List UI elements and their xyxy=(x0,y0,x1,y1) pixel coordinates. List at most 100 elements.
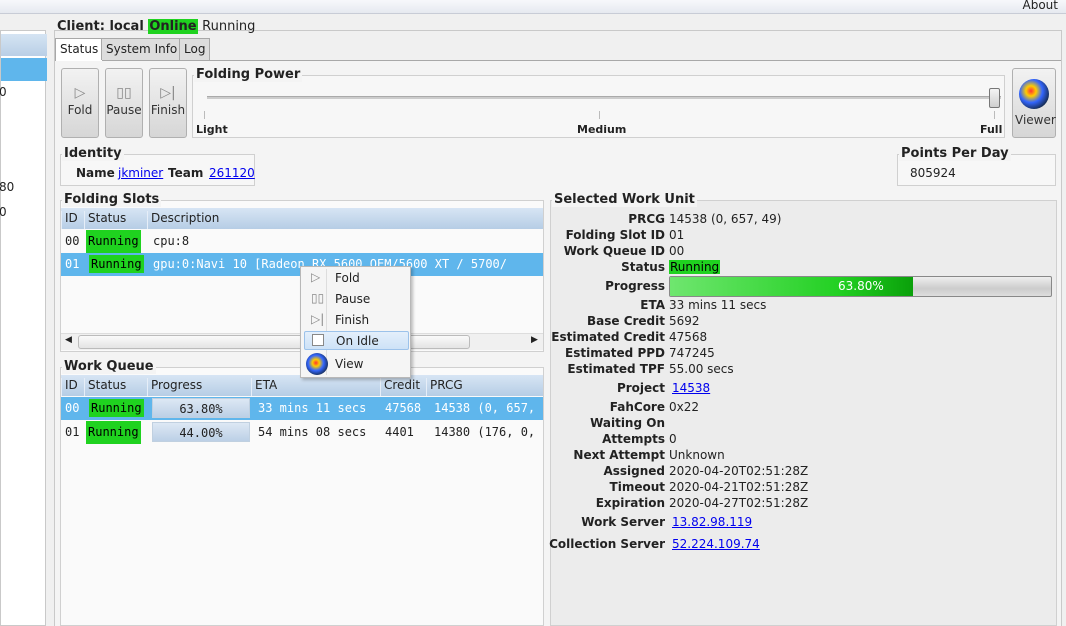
table-row[interactable]: 00 Running cpu:8 xyxy=(61,230,543,253)
menu-item-pause[interactable]: ▯▯ Pause xyxy=(304,290,409,309)
table-row[interactable]: 01 Running 44.00% 54 mins 08 secs 4401 1… xyxy=(61,421,543,444)
wu-eta-label: ETA xyxy=(640,298,665,312)
col-credit[interactable]: Credit xyxy=(380,378,420,396)
wu-progress-bar: 63.80% xyxy=(669,276,1052,297)
wu-project-link[interactable]: 14538 xyxy=(672,381,710,395)
pause-button[interactable]: ▯▯ Pause xyxy=(105,68,143,138)
selected-wu-title: Selected Work Unit xyxy=(552,192,697,207)
wu-progress-label: Progress xyxy=(605,279,665,293)
wu-next-value: Unknown xyxy=(669,448,725,462)
client-sidebar: 0 80 0 xyxy=(0,30,47,626)
about-menu[interactable]: About xyxy=(1023,0,1058,12)
scroll-left-icon[interactable]: ◀ xyxy=(65,335,72,345)
menu-item-view[interactable]: View xyxy=(304,353,409,375)
tick xyxy=(994,111,995,119)
wu-eta-value: 33 mins 11 secs xyxy=(669,298,767,312)
wu-ws-label: Work Server xyxy=(581,515,665,529)
wu-est_ppd-label: Estimated PPD xyxy=(565,346,665,360)
scroll-right-icon[interactable]: ▶ xyxy=(531,335,538,345)
identity-title: Identity xyxy=(62,146,124,161)
folding-slots-title: Folding Slots xyxy=(62,192,162,207)
tick xyxy=(599,111,600,119)
fold-button[interactable]: ▷ Fold xyxy=(61,68,99,138)
wu-ws-link[interactable]: 13.82.98.119 xyxy=(672,515,752,529)
wu-waiting-label: Waiting On xyxy=(590,416,665,430)
col-status[interactable]: Status xyxy=(84,211,126,229)
slider-light-label: Light xyxy=(196,123,228,136)
status-badge: Running xyxy=(86,421,141,444)
wu-core-label: FahCore xyxy=(609,400,665,414)
sidebar-text: 0 xyxy=(0,85,7,99)
scroll-thumb[interactable] xyxy=(78,335,470,349)
wu-assigned-value: 2020-04-20T02:51:28Z xyxy=(669,464,809,478)
wu-status-label: Status xyxy=(621,260,665,274)
status-badge: Running xyxy=(89,399,144,417)
wu-expiration-value: 2020-04-27T02:51:28Z xyxy=(669,496,809,510)
folding-power-title: Folding Power xyxy=(194,67,303,82)
progress-bar: 63.80% xyxy=(152,398,250,418)
wu-est_tpf-label: Estimated TPF xyxy=(567,362,665,376)
wu-cs-label: Collection Server xyxy=(549,537,665,551)
folding-power-slider-thumb[interactable] xyxy=(989,88,1000,108)
pause-icon: ▯▯ xyxy=(311,291,325,305)
tab-status[interactable]: Status xyxy=(55,38,104,61)
folding-slots-header: ID Status Description xyxy=(61,208,543,229)
col-eta[interactable]: ETA xyxy=(251,378,277,396)
status-badge: Running xyxy=(89,255,144,273)
finish-icon: ▷| xyxy=(160,85,176,101)
wu-project-label: Project xyxy=(616,381,665,395)
wu-core-value: 0x22 xyxy=(669,400,700,414)
viewer-icon xyxy=(1019,79,1049,109)
wu-attempts-value: 0 xyxy=(669,432,677,446)
col-description[interactable]: Description xyxy=(147,211,219,229)
sidebar-text: 0 xyxy=(0,205,7,219)
wu-base-value: 5692 xyxy=(669,314,700,328)
play-icon: ▷ xyxy=(311,270,321,284)
tab-log[interactable]: Log xyxy=(179,38,211,60)
col-id[interactable]: ID xyxy=(61,211,78,229)
wu-slot-label: Folding Slot ID xyxy=(565,228,665,242)
viewer-icon xyxy=(306,353,328,375)
wu-timeout-value: 2020-04-21T02:51:28Z xyxy=(669,480,809,494)
sidebar-text: 80 xyxy=(0,180,15,194)
wu-wq-value: 00 xyxy=(669,244,685,258)
wu-cs-link[interactable]: 52.224.109.74 xyxy=(672,537,760,551)
wu-expiration-label: Expiration xyxy=(595,496,665,510)
context-menu: ▷ Fold ▯▯ Pause ▷| Finish On Idle View xyxy=(300,266,411,378)
wu-prcg-value: 14538 (0, 657, 49) xyxy=(669,212,782,226)
wu-est_tpf-value: 55.00 secs xyxy=(669,362,734,376)
checkbox-icon xyxy=(312,334,324,346)
team-link[interactable]: 261120 xyxy=(209,166,255,180)
menu-item-fold[interactable]: ▷ Fold xyxy=(304,269,409,288)
online-badge: Online xyxy=(148,19,198,34)
table-row[interactable]: 00 Running 63.80% 33 mins 11 secs 47568 … xyxy=(61,397,543,420)
team-label: Team xyxy=(168,166,204,180)
viewer-button[interactable]: Viewer xyxy=(1012,68,1056,138)
wu-base-label: Base Credit xyxy=(586,314,665,328)
ppd-value: 805924 xyxy=(910,166,956,180)
sidebar-selected-client[interactable] xyxy=(1,58,47,81)
name-link[interactable]: jkminer xyxy=(118,166,163,180)
ppd-title: Points Per Day xyxy=(899,146,1011,161)
finish-icon: ▷| xyxy=(311,312,325,326)
col-status[interactable]: Status xyxy=(84,378,126,396)
wu-timeout-label: Timeout xyxy=(609,480,665,494)
progress-bar: 44.00% xyxy=(152,422,250,442)
tick xyxy=(204,111,205,119)
col-id[interactable]: ID xyxy=(61,378,78,396)
menu-item-finish[interactable]: ▷| Finish xyxy=(304,311,409,330)
client-status: Client: local Online Running xyxy=(57,19,255,34)
menu-item-on-idle[interactable]: On Idle xyxy=(304,331,409,350)
wu-wq-label: Work Queue ID xyxy=(563,244,665,258)
tab-system-info[interactable]: System Info xyxy=(101,38,183,60)
wu-prcg-label: PRCG xyxy=(628,212,665,226)
pause-icon: ▯▯ xyxy=(116,85,132,101)
play-icon: ▷ xyxy=(74,85,86,101)
wu-next-label: Next Attempt xyxy=(573,448,665,462)
finish-button[interactable]: ▷| Finish xyxy=(149,68,187,138)
folding-power-slider-track[interactable] xyxy=(207,96,1001,99)
work-queue-header: ID Status Progress ETA Credit PRCG xyxy=(61,375,543,396)
col-prcg[interactable]: PRCG xyxy=(426,378,463,396)
wu-slot-value: 01 xyxy=(669,228,685,242)
col-progress[interactable]: Progress xyxy=(147,378,202,396)
